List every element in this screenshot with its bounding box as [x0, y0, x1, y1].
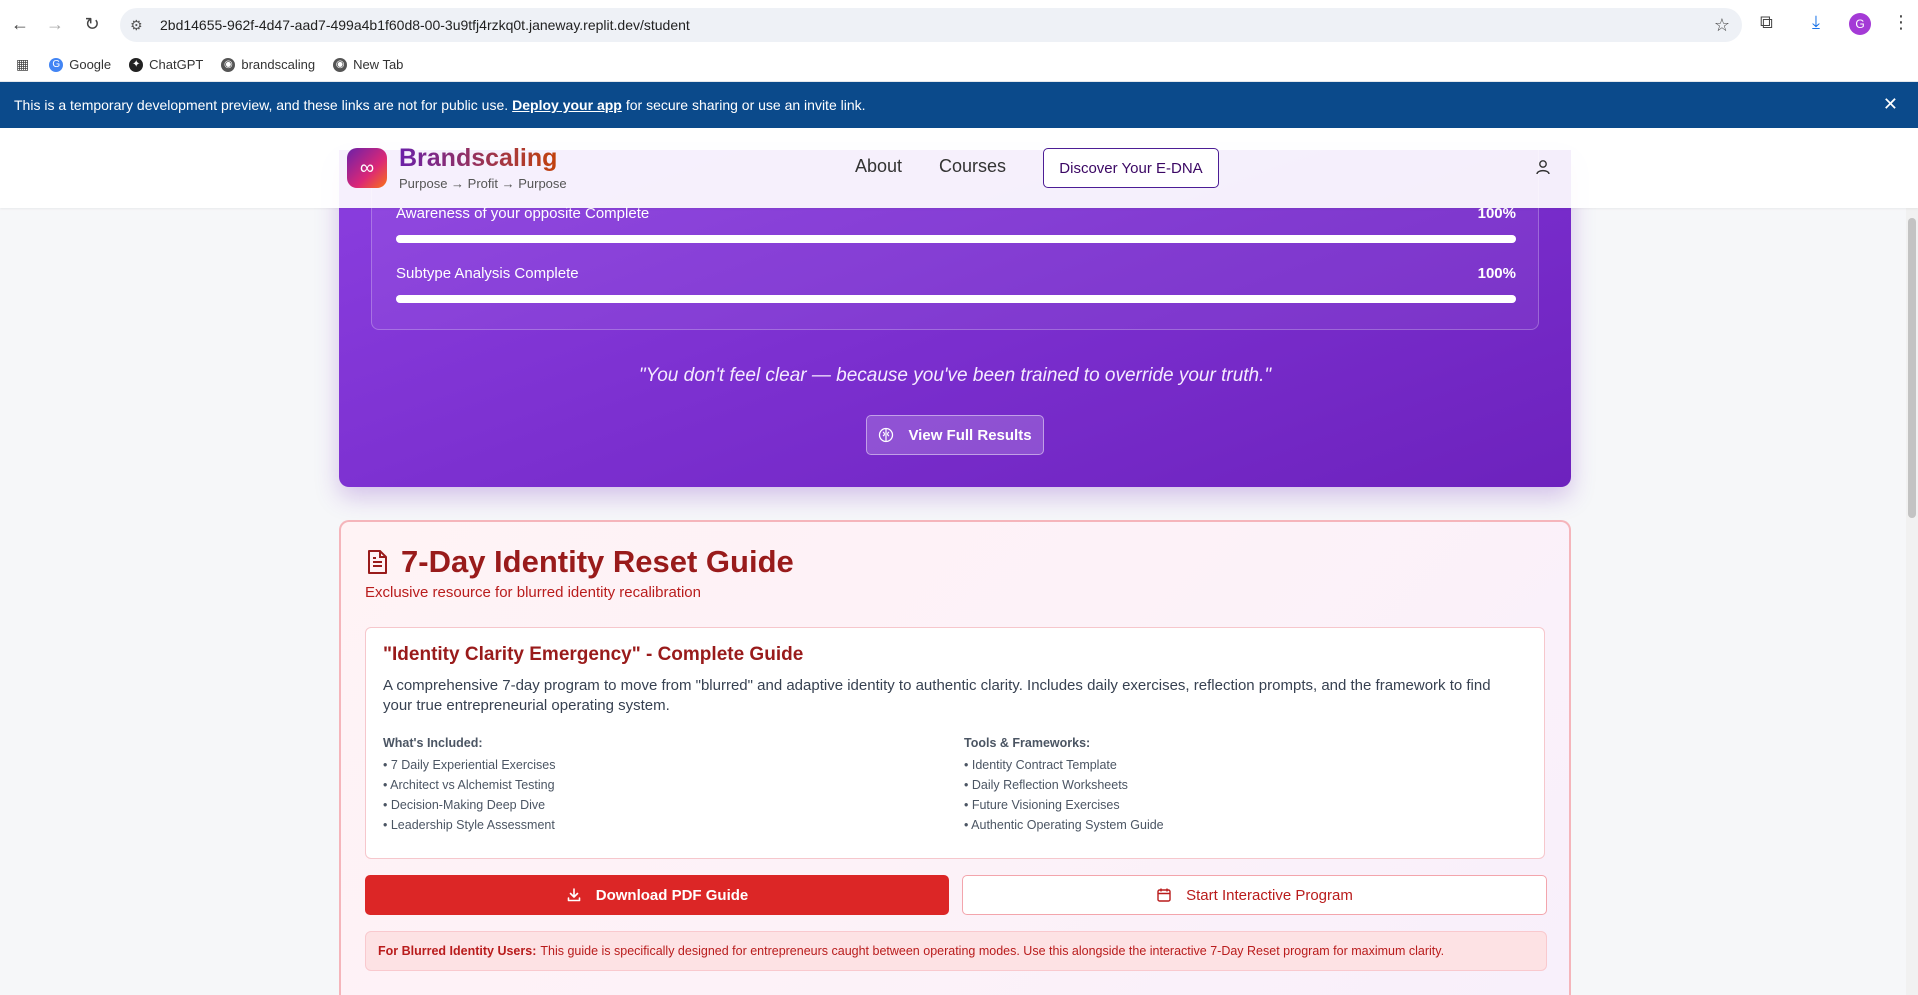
user-icon[interactable] [1534, 158, 1552, 176]
scrollbar-thumb[interactable] [1908, 218, 1916, 518]
brain-icon [879, 427, 894, 443]
discover-edna-button[interactable]: Discover Your E-DNA [1043, 148, 1219, 188]
tools-list: Tools & Frameworks: • Identity Contract … [964, 736, 1164, 835]
site-info-icon[interactable]: ⚙ [130, 17, 160, 34]
dev-preview-banner: This is a temporary development preview,… [0, 82, 1918, 128]
progress-fill [396, 235, 1516, 243]
bookmark-label: Google [69, 57, 112, 72]
progress-percent: 100% [1477, 265, 1516, 282]
page-scrollbar[interactable] [1906, 208, 1918, 995]
banner-text: This is a temporary development preview,… [14, 97, 509, 113]
nav-about[interactable]: About [855, 156, 902, 177]
list-item: • Leadership Style Assessment [383, 818, 555, 832]
notice-label: For Blurred Identity Users: [378, 944, 537, 958]
view-full-results-button[interactable]: View Full Results [866, 415, 1044, 455]
calendar-icon [1157, 888, 1171, 902]
included-heading: What's Included: [383, 736, 483, 750]
chatgpt-icon: ✦ [129, 57, 144, 72]
list-item: • Identity Contract Template [964, 758, 1117, 772]
download-pdf-label: Download PDF Guide [595, 886, 749, 904]
bookmark-chatgpt[interactable]: ✦ ChatGPT [129, 57, 203, 72]
list-item: • Decision-Making Deep Dive [383, 798, 546, 812]
download-icon [567, 888, 581, 902]
progress-track [396, 235, 1516, 243]
browser-toolbar: ← → ↻ ⚙ 2bd14655-962f-4d47-aad7-499a4b1f… [0, 0, 1918, 48]
google-icon: G [49, 57, 64, 72]
bookmark-google[interactable]: G Google [49, 57, 111, 72]
bookmarks-bar: ▦ G Google ✦ ChatGPT ◉ brandscaling ◉ New Ta… [0, 48, 1918, 82]
bookmark-brandscaling[interactable]: ◉ brandscaling [221, 57, 315, 72]
forward-icon[interactable]: → [43, 12, 67, 36]
progress-label: Subtype Analysis Complete [396, 265, 579, 282]
browser-menu-icon[interactable]: ⋮ [1892, 12, 1910, 33]
bookmark-new-tab[interactable]: ◉ New Tab [333, 57, 403, 72]
guide-details-box: "Identity Clarity Emergency" - Complete … [365, 627, 1545, 859]
bookmark-label: New Tab [353, 57, 404, 72]
url-text[interactable]: 2bd14655-962f-4d47-aad7-499a4b1f60d8-00-… [160, 17, 690, 33]
banner-text-end: for secure sharing or use an invite link… [625, 97, 866, 113]
brand-tagline: Purpose → Profit → Purpose [399, 176, 567, 191]
included-list: What's Included: • 7 Daily Experiential … [383, 736, 556, 835]
site-header: ∞ Brandscaling Purpose → Profit → Purpos… [0, 128, 1918, 208]
list-item: • Architect vs Alchemist Testing [383, 778, 555, 792]
globe-icon: ◉ [221, 57, 236, 72]
list-item: • Authentic Operating System Guide [964, 818, 1164, 832]
nav-courses[interactable]: Courses [939, 156, 1006, 177]
blurred-identity-notice: For Blurred Identity Users: This guide i… [365, 931, 1547, 971]
progress-track [396, 295, 1516, 303]
reload-icon[interactable]: ↻ [80, 12, 104, 36]
deploy-app-link[interactable]: Deploy your app [512, 97, 622, 113]
results-quote: "You don't feel clear — because you've b… [638, 365, 1272, 386]
guide-heading: 7-Day Identity Reset Guide [365, 544, 794, 580]
guide-title: 7-Day Identity Reset Guide [401, 544, 794, 579]
apps-grid-icon[interactable]: ▦ [16, 56, 29, 73]
notice-text: This guide is specifically designed for … [540, 944, 1445, 958]
guide-description: A comprehensive 7-day program to move fr… [383, 677, 1491, 714]
download-icon[interactable]: ⤓ [1812, 12, 1820, 33]
bookmark-label: ChatGPT [149, 57, 204, 72]
back-icon[interactable]: ← [8, 12, 32, 36]
list-item: • Future Visioning Exercises [964, 798, 1120, 812]
download-pdf-button[interactable]: Download PDF Guide [365, 875, 949, 915]
bookmark-star-icon[interactable]: ☆ [1714, 15, 1730, 36]
list-item: • 7 Daily Experiential Exercises [383, 758, 556, 772]
brand-name[interactable]: Brandscaling [399, 144, 557, 173]
tools-heading: Tools & Frameworks: [964, 736, 1091, 750]
brand-logo[interactable]: ∞ [347, 148, 387, 188]
guide-box-title: "Identity Clarity Emergency" - Complete … [383, 644, 804, 665]
progress-fill [396, 295, 1516, 303]
view-full-results-label: View Full Results [908, 426, 1032, 444]
globe-icon: ◉ [333, 57, 348, 72]
close-icon[interactable]: ✕ [1883, 94, 1898, 115]
bookmark-label: brandscaling [241, 57, 316, 72]
profile-avatar[interactable]: G [1849, 13, 1871, 35]
start-program-label: Start Interactive Program [1186, 886, 1353, 904]
guide-subtitle: Exclusive resource for blurred identity … [365, 584, 701, 601]
document-icon [368, 550, 387, 574]
start-interactive-program-button[interactable]: Start Interactive Program [962, 875, 1547, 915]
reset-guide-card: 7-Day Identity Reset Guide Exclusive res… [339, 520, 1571, 995]
address-bar[interactable]: ⚙ 2bd14655-962f-4d47-aad7-499a4b1f60d8-0… [120, 8, 1742, 42]
extensions-icon[interactable]: ⧉ [1760, 12, 1773, 33]
list-item: • Daily Reflection Worksheets [964, 778, 1128, 792]
